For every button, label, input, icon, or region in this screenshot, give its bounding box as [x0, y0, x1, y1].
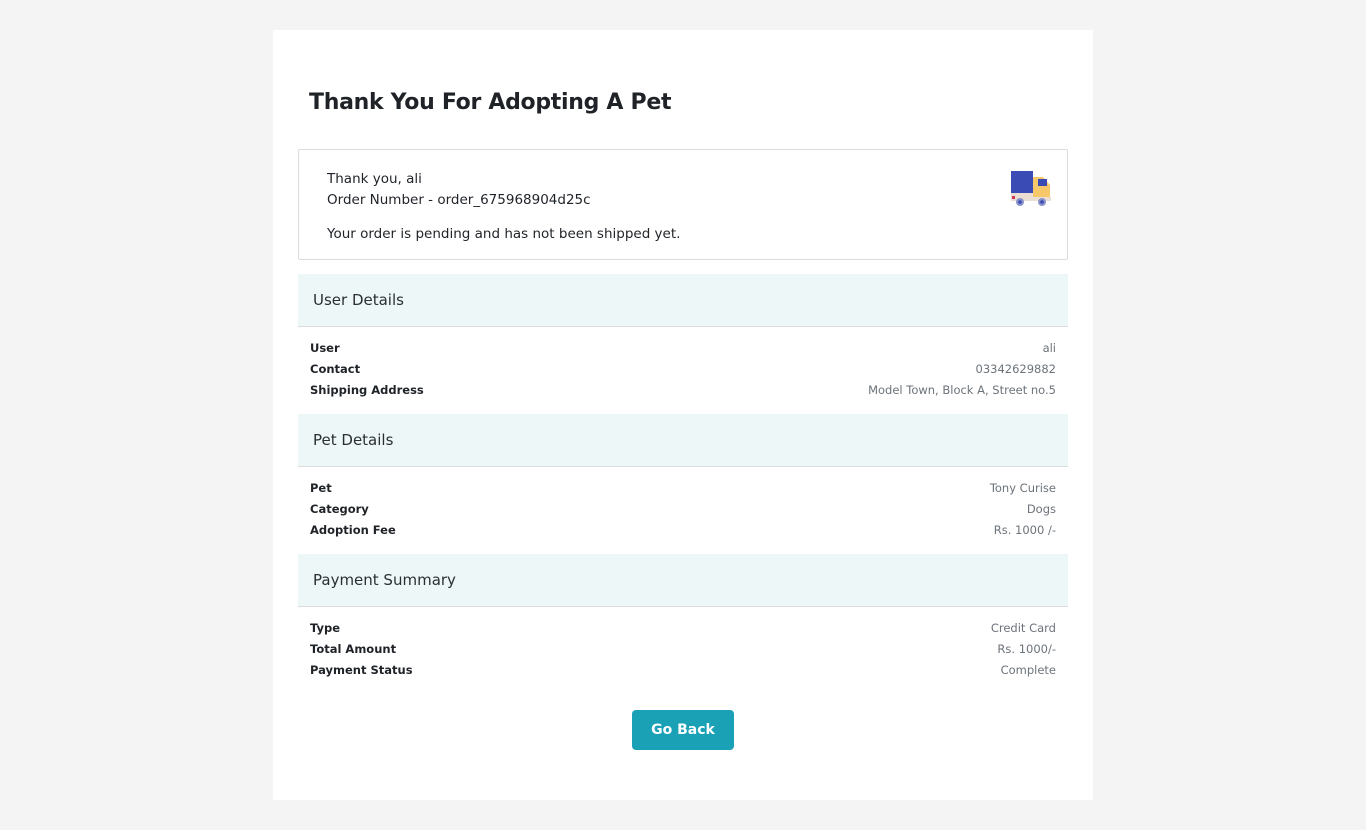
- pet-details-heading: Pet Details: [313, 431, 394, 449]
- order-status-text: Your order is pending and has not been s…: [327, 226, 681, 242]
- go-back-button[interactable]: Go Back: [632, 710, 734, 750]
- detail-row-type: Type Credit Card: [310, 621, 1056, 639]
- detail-label: Payment Status: [310, 663, 413, 677]
- detail-label: Adoption Fee: [310, 523, 396, 537]
- detail-label: Category: [310, 502, 369, 516]
- delivery-truck-icon: [1011, 171, 1051, 206]
- payment-summary-header: Payment Summary: [298, 554, 1068, 607]
- detail-label: Pet: [310, 481, 332, 495]
- detail-label: User: [310, 341, 340, 355]
- detail-value: Model Town, Block A, Street no.5: [868, 383, 1056, 397]
- detail-row-shipping-address: Shipping Address Model Town, Block A, St…: [310, 383, 1056, 401]
- detail-label: Shipping Address: [310, 383, 424, 397]
- detail-row-pet: Pet Tony Curise: [310, 481, 1056, 499]
- detail-row-contact: Contact 03342629882: [310, 362, 1056, 380]
- pet-details-header: Pet Details: [298, 414, 1068, 467]
- detail-label: Total Amount: [310, 642, 397, 656]
- detail-value: Dogs: [1026, 502, 1056, 516]
- confirmation-card: Thank You For Adopting A Pet Thank you, …: [273, 30, 1093, 800]
- detail-value: Rs. 1000/-: [997, 642, 1056, 656]
- detail-row-user: User ali: [310, 341, 1056, 359]
- order-info-box: Thank you, ali Order Number - order_6759…: [298, 149, 1068, 260]
- detail-value: Complete: [1000, 663, 1056, 677]
- user-details-header: User Details: [298, 274, 1068, 327]
- detail-value: 03342629882: [975, 362, 1056, 376]
- user-details-heading: User Details: [313, 291, 404, 309]
- detail-row-total-amount: Total Amount Rs. 1000/-: [310, 642, 1056, 660]
- detail-value: Credit Card: [990, 621, 1056, 635]
- detail-label: Type: [310, 621, 341, 635]
- detail-value: ali: [1042, 341, 1056, 355]
- detail-row-payment-status: Payment Status Complete: [310, 663, 1056, 681]
- detail-value: Tony Curise: [989, 481, 1056, 495]
- detail-label: Contact: [310, 362, 361, 376]
- detail-value: Rs. 1000 /-: [993, 523, 1056, 537]
- order-number-text: Order Number - order_675968904d25c: [327, 192, 591, 208]
- detail-row-category: Category Dogs: [310, 502, 1056, 520]
- page-title: Thank You For Adopting A Pet: [309, 90, 672, 115]
- payment-summary-heading: Payment Summary: [313, 571, 456, 589]
- detail-row-adoption-fee: Adoption Fee Rs. 1000 /-: [310, 523, 1056, 541]
- thank-you-text: Thank you, ali: [327, 171, 422, 187]
